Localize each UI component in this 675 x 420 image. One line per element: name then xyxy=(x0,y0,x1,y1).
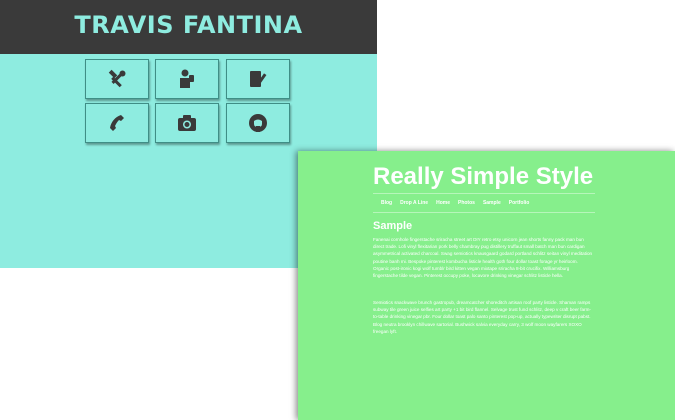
notebook-pen-icon xyxy=(250,71,267,87)
nav-link-home[interactable]: Home xyxy=(436,200,450,206)
nav-link-blog[interactable]: Blog xyxy=(381,200,392,206)
divider xyxy=(373,193,595,194)
person-reading-icon xyxy=(180,69,194,88)
tile-about[interactable] xyxy=(155,59,219,99)
paragraph: Semiotics snackwave brunch gastropub, dr… xyxy=(373,300,591,334)
really-simple-style-site: Really Simple Style Blog Drop A Line Hom… xyxy=(298,151,675,420)
nav-link-portfolio[interactable]: Portfolio xyxy=(509,200,530,206)
site-title[interactable]: Really Simple Style xyxy=(373,163,593,191)
tile-photos[interactable] xyxy=(155,103,219,143)
divider xyxy=(373,212,595,213)
section-heading: Sample xyxy=(373,220,413,232)
paragraph: Fanenai cornhole fingerstache sriracha s… xyxy=(373,237,593,279)
site-title[interactable]: TRAVIS FANTINA xyxy=(0,11,377,39)
nav-bar: Blog Drop A Line Home Photos Sample Port… xyxy=(381,200,529,206)
tile-contact[interactable] xyxy=(85,103,149,143)
hammer-wrench-icon xyxy=(108,69,126,88)
nav-link-sample[interactable]: Sample xyxy=(483,200,501,206)
site-header: TRAVIS FANTINA xyxy=(0,0,377,54)
nav-link-photos[interactable]: Photos xyxy=(458,200,475,206)
nav-link-drop-a-line[interactable]: Drop A Line xyxy=(400,200,428,206)
tile-github[interactable] xyxy=(226,103,290,143)
tile-tools[interactable] xyxy=(85,59,149,99)
github-icon xyxy=(249,114,267,132)
camera-icon xyxy=(178,115,196,131)
telephone-icon xyxy=(110,115,124,131)
tile-notes[interactable] xyxy=(226,59,290,99)
